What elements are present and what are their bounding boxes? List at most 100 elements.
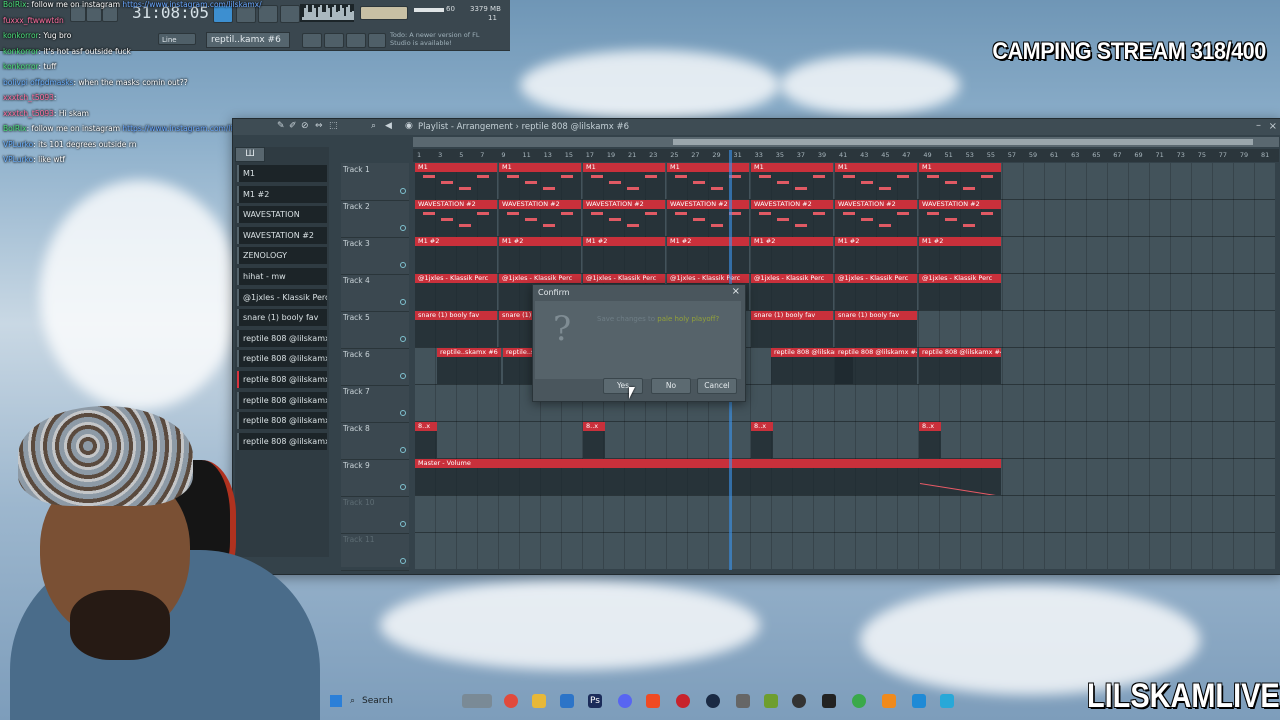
chat-username[interactable]: BolRix	[3, 124, 27, 133]
scrollbar-thumb[interactable]	[673, 139, 1253, 145]
track-header[interactable]: Track 5	[341, 311, 409, 349]
chat-link[interactable]: https://www.instagram.com/lilskamx/	[122, 0, 261, 9]
pattern-clip[interactable]: WAVESTATION #2	[835, 200, 917, 236]
track-header[interactable]: Track 9	[341, 459, 409, 497]
picker-item[interactable]: M1	[237, 165, 327, 182]
pattern-clip[interactable]: M1	[667, 163, 749, 199]
picker-item[interactable]: WAVESTATION	[237, 206, 327, 224]
picker-item[interactable]: hihat - mw	[237, 268, 327, 285]
pattern-clip[interactable]: WAVESTATION #2	[415, 200, 497, 236]
slice-tool-icon[interactable]: ⇔	[315, 122, 324, 131]
pattern-clip[interactable]: 8..x	[583, 422, 605, 458]
app-icon[interactable]	[912, 694, 926, 708]
time-ruler[interactable]: 1 3 5 7 9 11 13 15 17 19 21 23 25 27 29 31 33 35 37 39 41 43 4…	[413, 149, 1279, 162]
chat-username[interactable]: bolivpi offpdmasks	[3, 78, 74, 87]
draw-tool-icon[interactable]: ✎	[277, 122, 286, 131]
track-header[interactable]: Track 4	[341, 274, 409, 312]
fl-studio-icon[interactable]	[882, 694, 896, 708]
pattern-clip[interactable]: WAVESTATION #2	[583, 200, 665, 236]
no-button[interactable]: No	[651, 378, 691, 394]
pattern-clip[interactable]: M1	[499, 163, 581, 199]
track-mute-led[interactable]	[400, 521, 406, 527]
app-icon[interactable]	[822, 694, 836, 708]
file-explorer-icon[interactable]	[532, 694, 546, 708]
app-icon[interactable]	[940, 694, 954, 708]
picker-view-button[interactable]: Ш	[235, 147, 265, 162]
pattern-clip[interactable]: @1jxles - Klassik Perc	[835, 274, 917, 310]
picker-item[interactable]: @1jxles - Klassik Perc	[237, 288, 327, 306]
keyboard-icon[interactable]	[736, 694, 750, 708]
pattern-clip[interactable]: M1 #2	[583, 237, 665, 273]
pattern-clip[interactable]: snare (1) booly fav	[835, 311, 917, 347]
chat-username[interactable]: VPLurko	[3, 140, 33, 149]
track-mute-led[interactable]	[400, 336, 406, 342]
cancel-button[interactable]: Cancel	[697, 378, 737, 394]
taskbar-search[interactable]: ⌕ Search	[346, 691, 456, 711]
chrome-icon[interactable]	[504, 694, 518, 708]
alt-button[interactable]	[346, 33, 366, 48]
capture-icon[interactable]	[676, 694, 690, 708]
start-icon[interactable]	[330, 695, 342, 707]
pattern-clip[interactable]: 8..x	[751, 422, 773, 458]
pattern-clip[interactable]: 8..x	[919, 422, 941, 458]
automation-clip[interactable]: Master - Volume	[415, 459, 1001, 495]
pattern-clip[interactable]: M1	[415, 163, 497, 199]
steam-icon[interactable]	[706, 694, 720, 708]
track-header[interactable]: Track 3	[341, 237, 409, 275]
app-icon[interactable]	[764, 694, 778, 708]
picker-item[interactable]: reptile 808 @lilskamx	[237, 329, 327, 347]
chat-username[interactable]: konkorror	[3, 47, 39, 56]
delete-tool-icon[interactable]: ⊘	[301, 122, 310, 131]
widgets-icon[interactable]	[462, 694, 492, 708]
pattern-clip[interactable]: reptile..skamx #6	[437, 348, 501, 384]
track-mute-led[interactable]	[400, 373, 406, 379]
track-header[interactable]: Track 7	[341, 385, 409, 423]
select-tool-icon[interactable]: ⬚	[329, 122, 338, 131]
pattern-clip[interactable]: M1	[583, 163, 665, 199]
pattern-clip[interactable]: reptile 808 @lilskamx #4	[835, 348, 917, 384]
pattern-clip[interactable]: M1 #2	[919, 237, 1001, 273]
chat-username[interactable]: xxxtch_t5093	[3, 93, 54, 102]
picker-item[interactable]: reptile 808 @lilskamx #2	[237, 350, 327, 368]
track-mute-led[interactable]	[400, 484, 406, 490]
yes-button[interactable]: Yes	[603, 378, 643, 394]
pattern-clip[interactable]: @1jxles - Klassik Perc	[415, 274, 497, 310]
shift-button[interactable]	[302, 33, 322, 48]
track-mute-led[interactable]	[400, 225, 406, 231]
playlist-titlebar[interactable]: ✎ ✐ ⊘ ⇔ ⬚ ◀ ⌕ ◉ Playlist - Arrangement ›…	[233, 119, 1280, 135]
store-icon[interactable]	[560, 694, 574, 708]
track-header[interactable]: Track 6	[341, 348, 409, 386]
chat-username[interactable]: konkorror	[3, 31, 39, 40]
pattern-clip[interactable]: snare (1) booly fav	[415, 311, 497, 347]
picker-item[interactable]: snare (1) booly fav	[237, 309, 327, 327]
pattern-clip[interactable]: @1jxles - Klassik Perc	[751, 274, 833, 310]
track-header[interactable]: Track 11	[341, 533, 409, 571]
pattern-clip[interactable]: M1	[919, 163, 1001, 199]
master-volume-slider[interactable]	[360, 6, 408, 20]
photoshop-icon[interactable]: Ps	[588, 694, 602, 708]
pattern-selector[interactable]: reptil..kamx #6	[206, 32, 290, 48]
track-header[interactable]: Track 2	[341, 200, 409, 238]
paint-tool-icon[interactable]: ✐	[289, 122, 298, 131]
picker-item[interactable]: WAVESTATION #2	[237, 226, 327, 244]
chat-username[interactable]: xxxtch_t5093	[3, 109, 54, 118]
picker-item[interactable]: reptile 808 @lilskamx #6	[237, 371, 327, 388]
snap-mode-select[interactable]: Line	[158, 33, 196, 45]
track-header[interactable]: Track 1	[341, 163, 409, 201]
track-mute-led[interactable]	[400, 262, 406, 268]
pattern-clip[interactable]: snare (1) booly fav	[751, 311, 833, 347]
picker-item[interactable]: M1 #2	[237, 185, 327, 203]
chat-username[interactable]: VPLurko	[3, 155, 33, 164]
pattern-clip[interactable]: 8..x	[415, 422, 437, 458]
brave-icon[interactable]	[646, 694, 660, 708]
pattern-clip[interactable]: WAVESTATION #2	[919, 200, 1001, 236]
pattern-clip[interactable]: @1jxles - Klassik Perc	[919, 274, 1001, 310]
track-mute-led[interactable]	[400, 299, 406, 305]
track-header[interactable]: Track 8	[341, 422, 409, 460]
chat-username[interactable]: fuxxx_ftwwwtdn	[3, 16, 64, 25]
pattern-clip[interactable]: WAVESTATION #2	[499, 200, 581, 236]
pattern-clip[interactable]: M1 #2	[499, 237, 581, 273]
track-mute-led[interactable]	[400, 447, 406, 453]
horizontal-scrollbar[interactable]	[413, 137, 1279, 147]
pattern-clip[interactable]: M1	[835, 163, 917, 199]
